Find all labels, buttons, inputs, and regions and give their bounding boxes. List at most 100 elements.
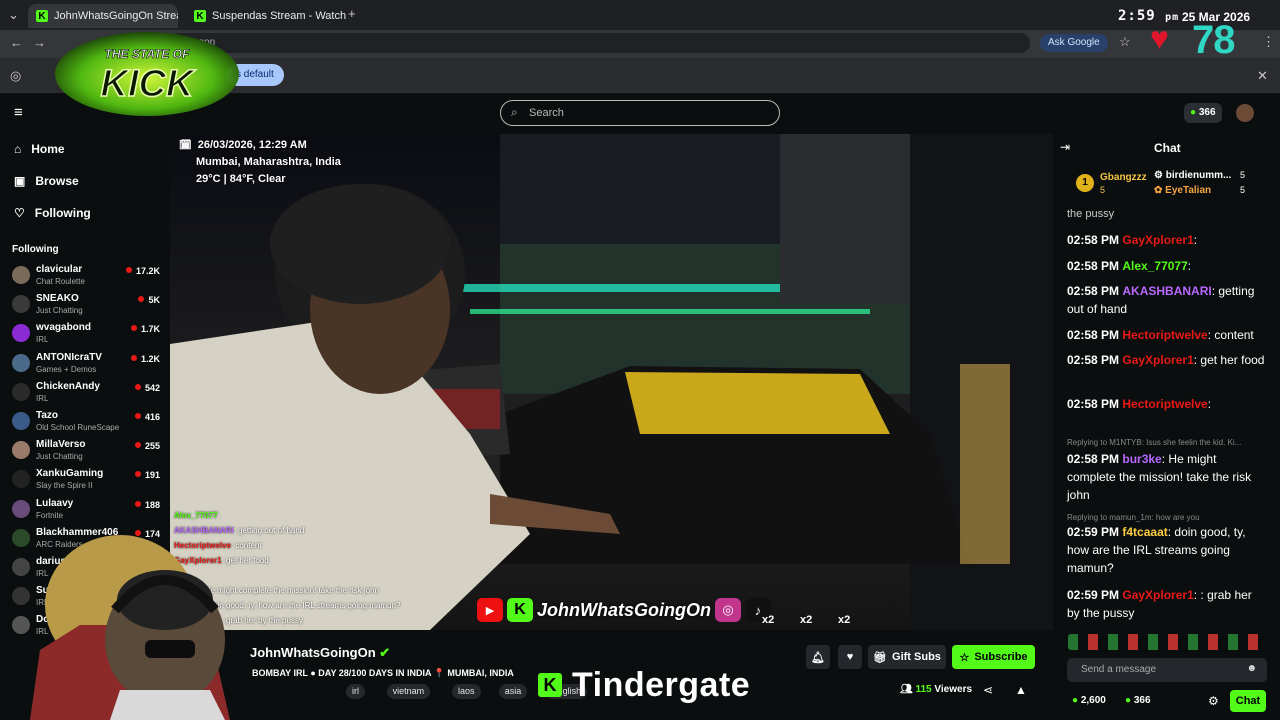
coin-icon: ●: [1072, 695, 1079, 706]
channel-category: IRL: [36, 393, 49, 403]
following-channel[interactable]: ANTONIcraTV Games + Demos 1.2K: [12, 352, 162, 380]
forward-icon[interactable]: →: [33, 35, 46, 50]
search-input[interactable]: ⌕ Search: [500, 100, 780, 126]
follow-heart-button[interactable]: ♥: [838, 645, 862, 669]
chat-timestamp: 02:58 PM: [1067, 353, 1120, 367]
star-icon: ☆: [959, 651, 970, 664]
notification-bell-button[interactable]: 🔔︎: [806, 645, 830, 669]
following-channel[interactable]: SNEAKO Just Chatting 5K: [12, 293, 162, 321]
tag-pill[interactable]: asia: [498, 684, 528, 699]
viewers-label: Viewers: [934, 684, 973, 695]
tab-title: Suspendas Stream - Watch Live: [212, 10, 346, 22]
viewer-count: 👥︎ 115 Viewers: [900, 684, 972, 695]
kick-points-badge[interactable]: ● 366: [1184, 103, 1222, 123]
chat-username[interactable]: GayXplorer1: [1122, 353, 1193, 367]
chat-title: Chat: [1154, 141, 1181, 155]
report-icon[interactable]: ▲: [1015, 683, 1027, 697]
channel-category: Just Chatting: [36, 452, 83, 462]
coin-icon: ●: [1125, 695, 1132, 706]
emote-strip[interactable]: [1068, 634, 1266, 650]
chat-message: 02:58 PM GayXplorer1:: [1067, 231, 1267, 253]
chat-username[interactable]: Hectoriptwelve: [1122, 397, 1207, 411]
share-icon[interactable]: ⋖: [983, 683, 993, 697]
subscribe-button[interactable]: ☆ Subscribe: [952, 645, 1035, 669]
channel-name: ChickenAndy: [36, 380, 100, 392]
kick-favicon-icon: K: [36, 10, 48, 22]
following-heading: Following: [12, 244, 59, 255]
channel-name: Lulaavy: [36, 497, 74, 509]
address-bar[interactable]: tingon: [170, 33, 1030, 53]
following-channel[interactable]: Tazo Old School RuneScape 416: [12, 410, 162, 438]
points-value: 366: [1198, 107, 1216, 118]
chat-timestamp: 02:58 PM: [1067, 233, 1120, 247]
collapse-chat-icon[interactable]: ⇥: [1060, 140, 1070, 154]
chat-username[interactable]: GayXplorer1: [1122, 588, 1193, 602]
chat-settings-icon[interactable]: ⚙: [1208, 694, 1219, 708]
logo-line2: KICK: [101, 63, 196, 105]
channel-category: Old School RuneScape: [36, 423, 120, 432]
chat-message: 02:59 PM GayXplorer1: : grab her by the …: [1067, 586, 1267, 622]
channel-name[interactable]: JohnWhatsGoingOn ✔: [250, 645, 390, 661]
balance-1-value: 2,600: [1080, 695, 1106, 706]
tab-search-icon[interactable]: ⌄: [8, 7, 19, 23]
nav-following[interactable]: ♡ Following: [14, 206, 91, 220]
ask-google-button[interactable]: Ask Google: [1040, 34, 1108, 52]
channel-category: Slay the Spire II: [36, 481, 93, 491]
weather-text: 29°C | 84°F, Clear: [196, 173, 286, 185]
tag-pill[interactable]: vietnam: [386, 684, 431, 699]
balance-2: ● 366: [1125, 695, 1151, 706]
chat-timestamp: 02:59 PM: [1067, 525, 1120, 539]
channel-category: Just Chatting: [36, 306, 83, 316]
menu-kebab-icon[interactable]: ⋮: [1262, 34, 1275, 50]
nav-browse[interactable]: ▣ Browse: [14, 174, 79, 188]
following-channel[interactable]: XankuGaming Slay the Spire II 191: [12, 468, 162, 496]
chat-username[interactable]: Alex_77077: [1122, 259, 1187, 273]
chat-text: : content: [1207, 328, 1254, 342]
video-frame: [170, 134, 1053, 630]
nav-home-label: Home: [31, 142, 65, 156]
leaderboard-name-3: ✿ EyeTalian: [1154, 185, 1212, 196]
channel-avatar: [12, 441, 30, 460]
channel-avatar: [12, 324, 30, 343]
webcam-overlay: [30, 535, 230, 720]
following-channel[interactable]: clavicular Chat Roulette 17.2K: [12, 264, 162, 292]
tag-pill[interactable]: irl: [346, 684, 365, 699]
nav-home[interactable]: ⌂ Home: [14, 142, 65, 156]
gift-subs-button[interactable]: 🎁︎ Gift Subs: [868, 645, 946, 669]
chat-send-button[interactable]: Chat: [1230, 690, 1266, 712]
leaderboard-name-2-text: birdienumm...: [1165, 170, 1232, 181]
chat-message: 02:58 PM Hectoriptwelve:: [1067, 395, 1267, 435]
kick-favicon-icon: K: [194, 10, 206, 22]
channel-name: SNEAKO: [36, 293, 79, 305]
infobar-close-icon[interactable]: ✕: [1257, 68, 1268, 84]
embedded-chat-text: :: [217, 511, 220, 520]
channel-viewers: 1.7K: [131, 324, 160, 334]
chat-message: 02:58 PM AKASHBANARI: getting out of han…: [1067, 282, 1267, 322]
reply-context-1: Replying to M1NTYB: Isus she feelin the …: [1067, 438, 1242, 447]
video-player[interactable]: [170, 134, 1053, 630]
hamburger-menu-icon[interactable]: ≡: [14, 104, 23, 121]
chat-username[interactable]: bur3ke: [1122, 452, 1161, 466]
emoji-icon[interactable]: ☻: [1246, 663, 1257, 674]
balance-2-value: 366: [1133, 695, 1151, 706]
chat-username[interactable]: f4tcaaat: [1122, 525, 1167, 539]
bookmark-star-icon[interactable]: ☆: [1119, 34, 1131, 50]
back-icon[interactable]: ←: [10, 35, 23, 50]
tag-pill[interactable]: laos: [452, 684, 481, 699]
leaderboard-count-3: 5: [1240, 185, 1246, 195]
chat-cut-message: the pussy: [1067, 208, 1115, 220]
viewers-count-value: 115: [915, 684, 932, 695]
chat-username[interactable]: GayXplorer1: [1122, 233, 1193, 247]
chat-input[interactable]: Send a message ☻: [1067, 658, 1267, 682]
chat-username[interactable]: Hectoriptwelve: [1122, 328, 1207, 342]
chat-timestamp: 02:58 PM: [1067, 397, 1120, 411]
channel-avatar: [12, 499, 30, 518]
user-avatar[interactable]: [1236, 104, 1254, 122]
following-channel[interactable]: Lulaavy Fortnite 188: [12, 498, 162, 526]
leaderboard-name-3-text: EyeTalian: [1165, 185, 1212, 196]
following-channel[interactable]: ChickenAndy IRL 542: [12, 381, 162, 409]
following-channel[interactable]: wvagabond IRL 1.7K: [12, 322, 162, 350]
new-tab-button[interactable]: +: [348, 6, 356, 21]
following-channel[interactable]: MillaVerso Just Chatting 255: [12, 439, 162, 467]
chat-username[interactable]: AKASHBANARI: [1122, 284, 1211, 298]
